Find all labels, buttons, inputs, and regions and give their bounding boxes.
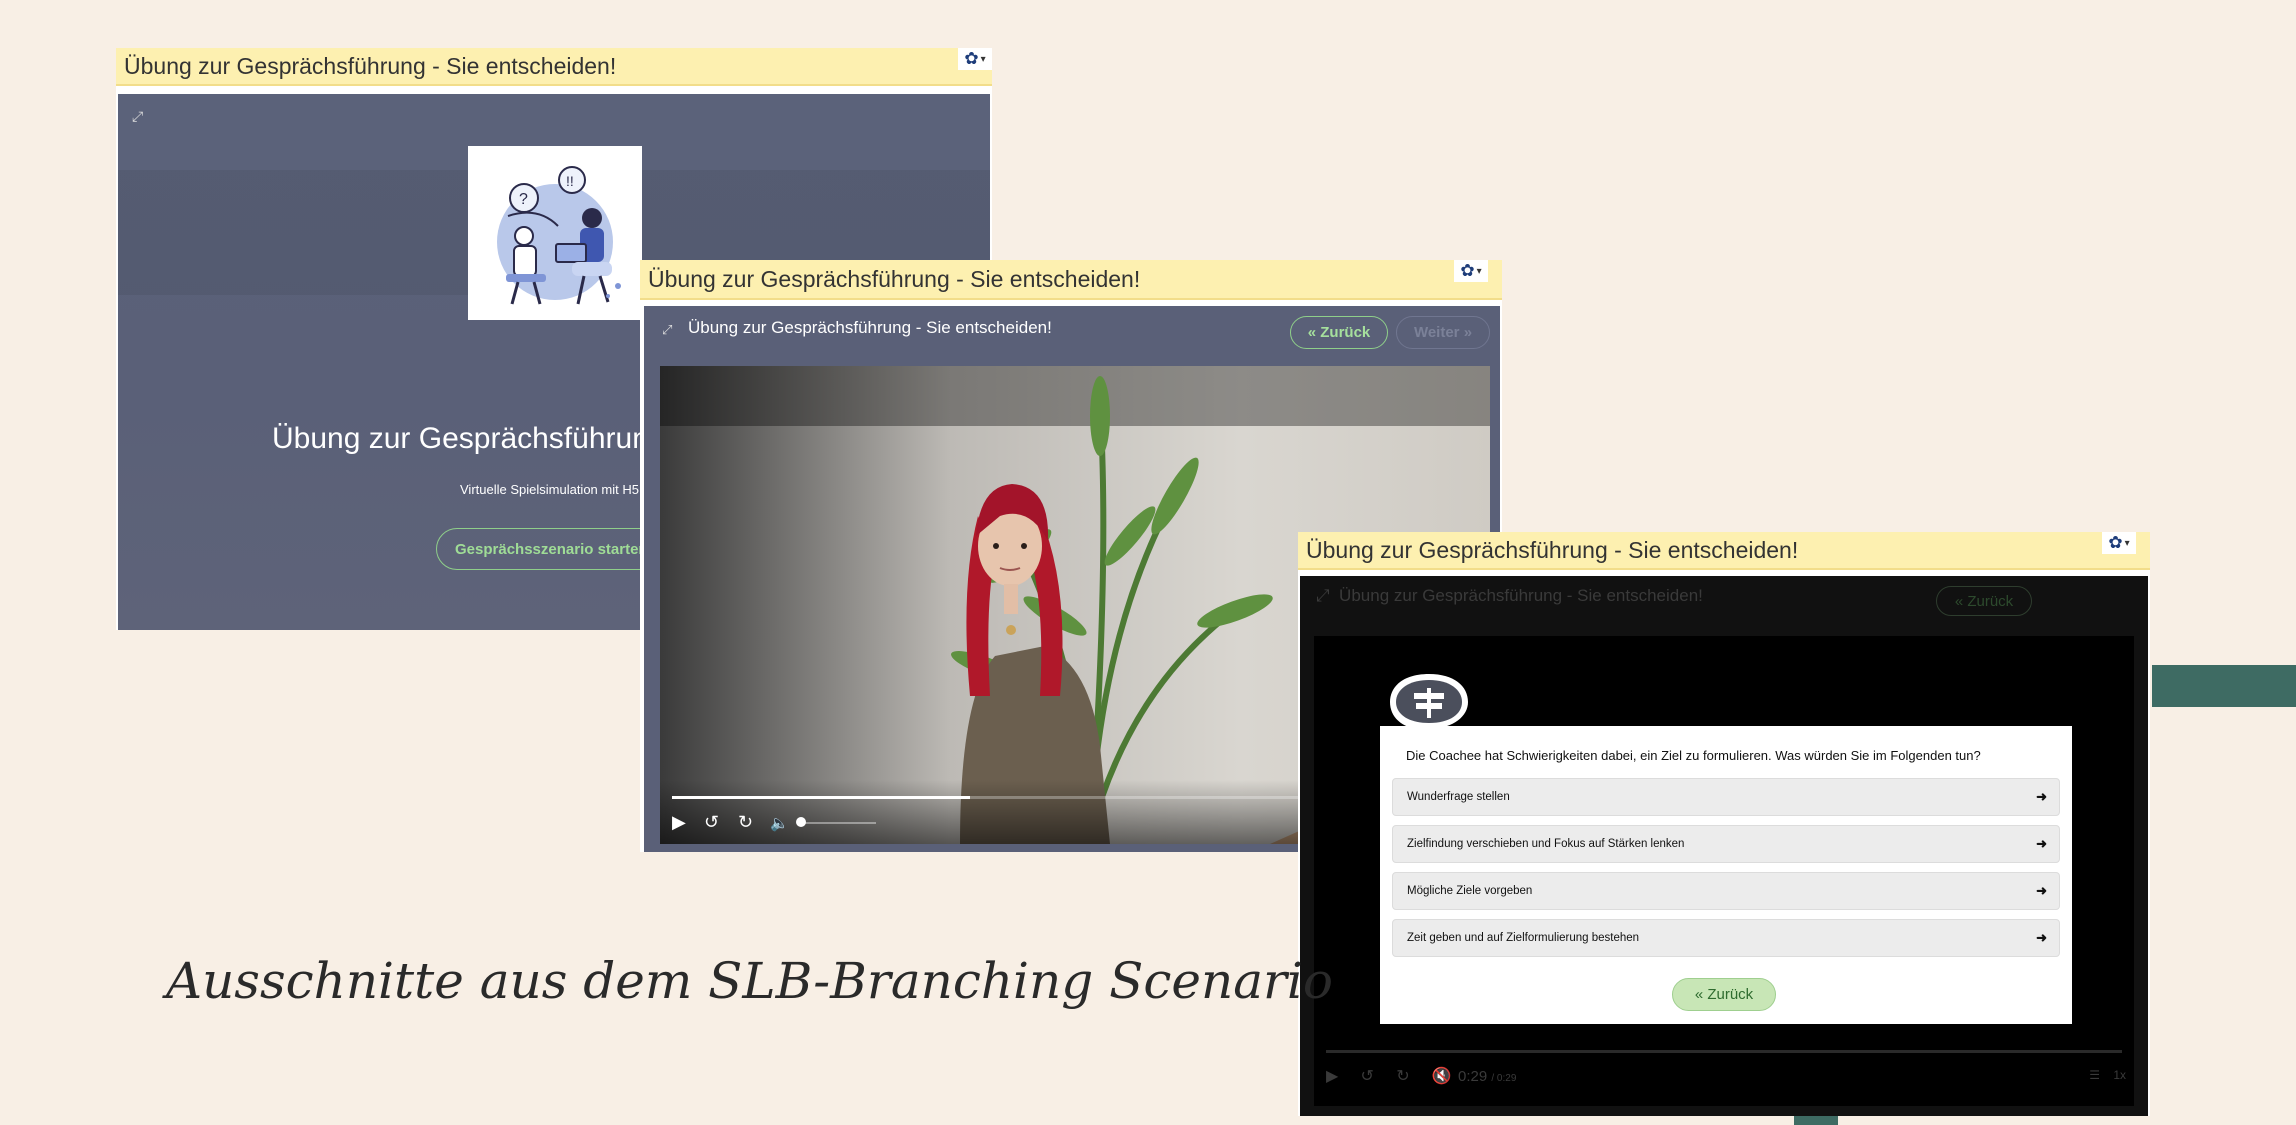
forward-10-icon[interactable]: ↻ xyxy=(1396,1068,1409,1085)
choice-option-3[interactable]: Mögliche Ziele vorgeben ➜ xyxy=(1392,872,2060,910)
signpost-icon xyxy=(1386,672,1472,736)
gear-icon[interactable]: ✿ ▾ xyxy=(958,48,992,70)
dialog-back-button[interactable]: « Zurück xyxy=(1672,978,1776,1011)
arrow-right-icon: ➜ xyxy=(2036,836,2047,851)
slide-caption: Ausschnitte aus dem SLB-Branching Scenar… xyxy=(166,952,1333,1010)
expand-icon[interactable]: ⤢ xyxy=(662,322,672,338)
expand-icon[interactable]: ⤢ xyxy=(132,108,143,125)
chevron-down-icon: ▾ xyxy=(1476,265,1482,277)
video-progress-bar[interactable] xyxy=(1326,1050,2122,1053)
video-time: 0:29 / 0:29 xyxy=(1458,1068,1517,1085)
gear-icon[interactable]: ✿ ▾ xyxy=(1454,260,1488,282)
arrow-right-icon: ➜ xyxy=(2036,789,2047,804)
volume-slider[interactable] xyxy=(800,822,876,824)
decorative-accent-bar xyxy=(2152,665,2296,707)
window-title: Übung zur Gesprächsführung - Sie entsche… xyxy=(116,48,992,86)
stage-header-title: Übung zur Gesprächsführung - Sie entsche… xyxy=(688,318,1052,337)
window-title: Übung zur Gesprächsführung - Sie entsche… xyxy=(640,260,1502,300)
forward-10-icon[interactable]: ↻ xyxy=(738,812,753,833)
choice-option-2[interactable]: Zielfindung verschieben und Fokus auf St… xyxy=(1392,825,2060,863)
video-settings: ☰ 1x xyxy=(2089,1068,2126,1082)
question-text: Die Coachee hat Schwierigkeiten dabei, e… xyxy=(1406,748,1981,763)
rewind-10-icon[interactable]: ↺ xyxy=(1361,1068,1374,1085)
window-title: Übung zur Gesprächsführung - Sie entsche… xyxy=(1298,532,2150,570)
next-button[interactable]: Weiter » xyxy=(1396,316,1490,349)
play-icon[interactable]: ▶ xyxy=(1326,1068,1338,1085)
svg-text:?: ? xyxy=(519,191,528,208)
choice-option-1[interactable]: Wunderfrage stellen ➜ xyxy=(1392,778,2060,816)
start-scenario-button[interactable]: Gesprächsszenario starten xyxy=(436,528,666,570)
captions-icon[interactable]: ☰ xyxy=(2089,1068,2100,1082)
chevron-down-icon: ▾ xyxy=(980,53,986,65)
arrow-right-icon: ➜ xyxy=(2036,883,2047,898)
scenario-subtitle: Virtuelle Spielsimulation mit H5 xyxy=(460,482,639,497)
branching-question-dialog: Die Coachee hat Schwierigkeiten dabei, e… xyxy=(1380,726,2072,1024)
rewind-10-icon[interactable]: ↺ xyxy=(704,812,719,833)
svg-text:!!: !! xyxy=(566,173,574,189)
gear-icon[interactable]: ✿ ▾ xyxy=(2102,532,2136,554)
scenario-title: Übung zur Gesprächsführung - xyxy=(272,422,684,455)
back-button[interactable]: « Zurück xyxy=(1290,316,1388,349)
chevron-down-icon: ▾ xyxy=(2124,537,2130,549)
conversation-illustration: ? !! xyxy=(468,146,642,320)
volume-slider-handle[interactable] xyxy=(796,817,806,827)
volume-icon[interactable]: 🔈 xyxy=(770,814,789,832)
choice-option-4[interactable]: Zeit geben und auf Zielformulierung best… xyxy=(1392,919,2060,957)
playback-speed[interactable]: 1x xyxy=(2113,1068,2126,1082)
arrow-right-icon: ➜ xyxy=(2036,930,2047,945)
stage-header-title: ⤢ Übung zur Gesprächsführung - Sie entsc… xyxy=(1316,586,1703,605)
video-progress-fill xyxy=(672,796,971,799)
play-icon[interactable]: ▶ xyxy=(672,812,686,833)
question-window: Übung zur Gesprächsführung - Sie entsche… xyxy=(1298,532,2150,1116)
question-stage: ⤢ Übung zur Gesprächsführung - Sie entsc… xyxy=(1300,576,2148,1116)
video-controls: ▶ ↺ ↻ 🔇 xyxy=(1326,1066,1452,1086)
header-back-button[interactable]: « Zurück xyxy=(1936,586,2032,616)
mute-icon[interactable]: 🔇 xyxy=(1432,1068,1452,1085)
